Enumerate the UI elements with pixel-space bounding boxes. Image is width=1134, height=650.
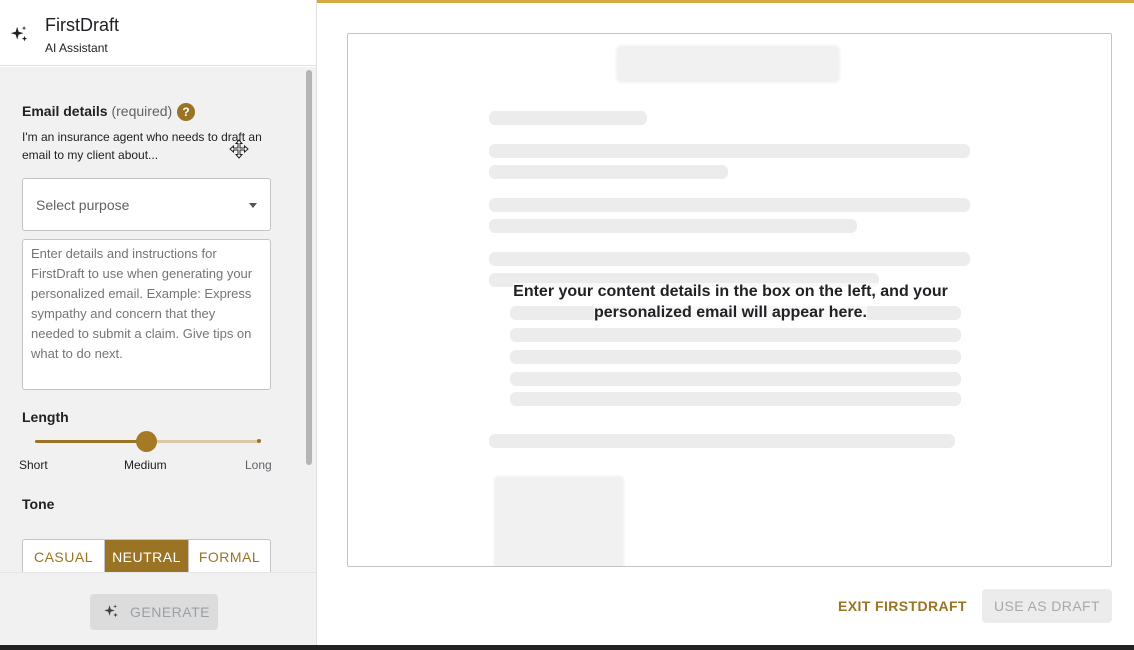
placeholder-line <box>489 111 647 125</box>
length-slider-fill <box>35 440 146 443</box>
placeholder-line <box>489 434 955 448</box>
required-note: (required) <box>111 103 173 119</box>
placeholder-line <box>510 372 961 386</box>
email-details-heading: Email details (required) <box>22 103 172 119</box>
length-slider-end-dot <box>257 439 261 443</box>
length-option-short: Short <box>19 458 48 472</box>
sparkle-icon <box>104 604 118 618</box>
form-area: Email details (required) ? I'm an insura… <box>0 67 316 572</box>
panel-footer: GENERATE <box>0 572 316 645</box>
tone-toggle-group: CASUAL NEUTRAL FORMAL <box>22 539 271 572</box>
generate-button[interactable]: GENERATE <box>90 594 218 630</box>
panel-header: FirstDraft AI Assistant <box>0 0 316 66</box>
placeholder-image <box>494 476 624 566</box>
sparkle-icon <box>10 25 28 42</box>
preview-message-line1: Enter your content details in the box on… <box>513 283 948 300</box>
length-option-medium: Medium <box>124 458 167 472</box>
email-preview-area: Enter your content details in the box on… <box>347 33 1112 567</box>
generate-button-label: GENERATE <box>130 604 210 620</box>
app-subtitle: AI Assistant <box>45 41 108 55</box>
purpose-select[interactable]: Select purpose <box>22 178 271 231</box>
form-scrollbar-thumb[interactable] <box>306 70 312 465</box>
chevron-down-icon <box>249 203 257 208</box>
placeholder-line <box>489 219 857 233</box>
placeholder-line <box>510 328 961 342</box>
placeholder-line <box>489 252 970 266</box>
tone-formal-button[interactable]: FORMAL <box>189 540 270 572</box>
length-slider-thumb[interactable] <box>136 431 157 452</box>
email-details-label: Email details <box>22 103 108 119</box>
tone-neutral-button[interactable]: NEUTRAL <box>105 540 189 572</box>
preview-message-line2: personalized email will appear here. <box>594 304 867 321</box>
placeholder-line <box>510 350 961 364</box>
tone-casual-button[interactable]: CASUAL <box>23 540 105 572</box>
placeholder-line <box>489 198 970 212</box>
form-scrollbar[interactable] <box>304 67 314 572</box>
help-icon[interactable]: ? <box>177 103 195 121</box>
placeholder-subject <box>616 45 840 83</box>
app-title: FirstDraft <box>45 15 119 35</box>
length-label: Length <box>22 409 69 425</box>
length-option-long: Long <box>245 458 272 472</box>
firstdraft-panel: FirstDraft AI Assistant Email details (r… <box>0 0 317 645</box>
exit-firstdraft-button[interactable]: EXIT FIRSTDRAFT <box>838 598 967 614</box>
move-cursor-icon <box>229 139 249 159</box>
use-as-draft-button[interactable]: USE AS DRAFT <box>982 589 1112 623</box>
placeholder-line <box>489 165 728 179</box>
preview-empty-message: Enter your content details in the box on… <box>348 281 1111 323</box>
purpose-select-value: Select purpose <box>36 197 130 213</box>
placeholder-line <box>489 144 970 158</box>
bottom-edge-bar <box>0 645 1134 650</box>
instructions-input[interactable] <box>22 239 271 390</box>
placeholder-line <box>510 392 961 406</box>
tone-label: Tone <box>22 496 55 512</box>
